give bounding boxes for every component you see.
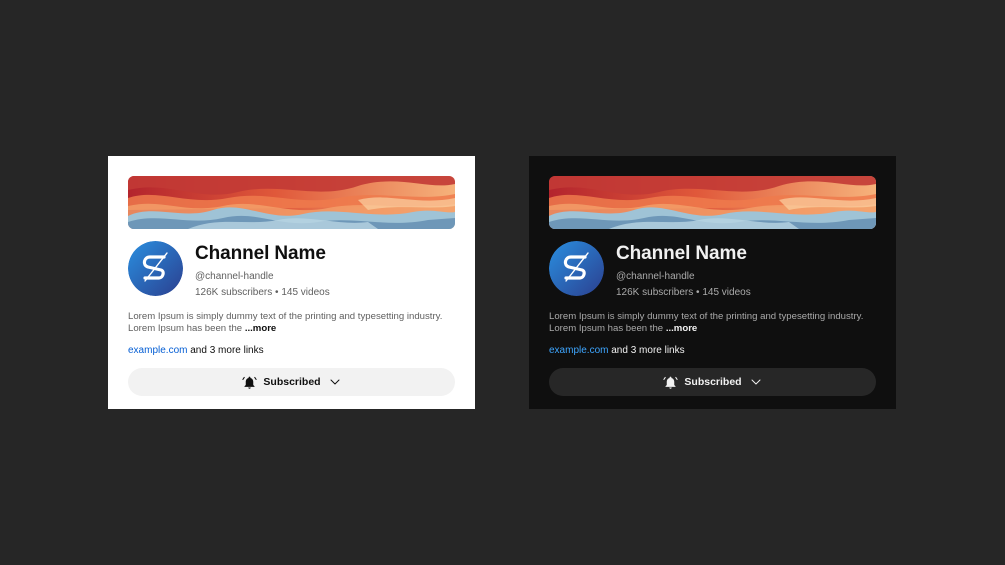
chevron-down-icon (329, 376, 341, 388)
channel-profile: Channel Name @channel-handle 126K subscr… (128, 241, 455, 299)
channel-banner (128, 176, 455, 229)
channel-profile: Channel Name @channel-handle 126K subscr… (549, 241, 876, 299)
channel-meta: Channel Name @channel-handle 126K subscr… (616, 241, 751, 299)
s-logo-icon (549, 241, 604, 296)
subscribed-label: Subscribed (684, 376, 742, 388)
website-link[interactable]: example.com (128, 345, 187, 356)
channel-description[interactable]: Lorem Ipsum is simply dummy text of the … (128, 311, 458, 334)
channel-handle: @channel-handle (616, 271, 695, 282)
description-text: Lorem Ipsum is simply dummy text of the … (549, 311, 864, 334)
channel-card-dark: Channel Name @channel-handle 126K subscr… (529, 156, 896, 409)
channel-banner (549, 176, 876, 229)
channel-description[interactable]: Lorem Ipsum is simply dummy text of the … (549, 311, 879, 334)
avatar[interactable] (128, 241, 183, 296)
description-text: Lorem Ipsum is simply dummy text of the … (128, 311, 443, 334)
avatar[interactable] (549, 241, 604, 296)
s-logo-icon (128, 241, 183, 296)
channel-stats: 126K subscribers • 145 videos (616, 287, 751, 298)
channel-links: example.com and 3 more links (128, 345, 455, 357)
bell-icon (663, 375, 678, 390)
channel-links: example.com and 3 more links (549, 345, 876, 357)
subscribed-button[interactable]: Subscribed (549, 368, 876, 396)
more-link[interactable]: ...more (245, 323, 276, 334)
channel-name: Channel Name (195, 243, 326, 264)
channel-handle: @channel-handle (195, 271, 274, 282)
channel-card-light: Channel Name @channel-handle 126K subscr… (108, 156, 475, 409)
more-links-link[interactable]: and 3 more links (611, 345, 684, 356)
channel-stats: 126K subscribers • 145 videos (195, 287, 330, 298)
bell-icon (242, 375, 257, 390)
subscribed-button[interactable]: Subscribed (128, 368, 455, 396)
subscribed-label: Subscribed (263, 376, 321, 388)
more-links-link[interactable]: and 3 more links (190, 345, 263, 356)
chevron-down-icon (750, 376, 762, 388)
channel-meta: Channel Name @channel-handle 126K subscr… (195, 241, 330, 299)
more-link[interactable]: ...more (666, 323, 697, 334)
channel-name: Channel Name (616, 243, 747, 264)
website-link[interactable]: example.com (549, 345, 608, 356)
